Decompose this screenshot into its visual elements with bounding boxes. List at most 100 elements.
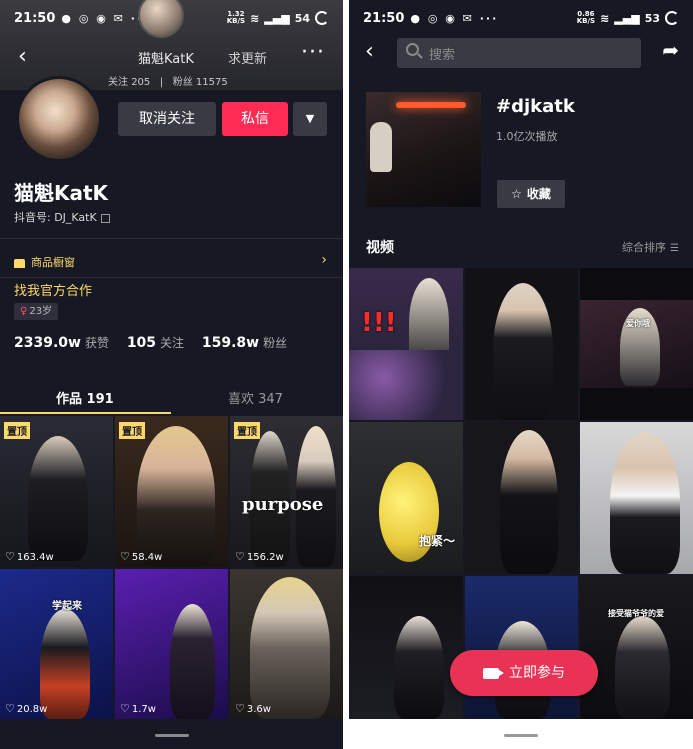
- cooperation-link[interactable]: 找我官方合作: [14, 280, 92, 299]
- video-tile[interactable]: ♡ 1.7w: [115, 569, 228, 719]
- video-tile[interactable]: purpose 置顶 ♡ 156.2w: [230, 416, 343, 567]
- signal-icon: ▂▄▆: [614, 11, 640, 25]
- battery-level: 53: [644, 11, 660, 25]
- tab-works[interactable]: 作品 191: [56, 388, 114, 407]
- status-right: 1.32 KB/S ≋ ▂▄▆ 54: [227, 11, 329, 25]
- status-bar: 21:50 ● ◎ ◉ ✉ ··· 0.86 KB/S ≋ ▂▄▆ 53: [349, 0, 693, 36]
- video-likes: ♡ 20.8w: [5, 702, 48, 715]
- camera-icon: [483, 667, 504, 679]
- sort-dropdown[interactable]: 综合排序 ☰: [622, 239, 679, 255]
- video-tile[interactable]: 置顶 ♡ 58.4w: [115, 416, 228, 567]
- stat-likes: 2339.0w 获赞: [14, 335, 109, 351]
- search-bar-row: ‹ 搜索 ➦: [349, 36, 693, 70]
- heart-icon: ♡: [120, 550, 130, 563]
- heart-icon: ♡: [235, 550, 245, 563]
- hashtag-title: #djkatk: [496, 96, 575, 117]
- heart-icon: ♡: [235, 702, 245, 715]
- recommend-dropdown-button[interactable]: ▼: [293, 102, 327, 136]
- section-title: 视频: [366, 240, 394, 256]
- exclaim-icon: !!!: [361, 308, 397, 338]
- heart-icon: ♡: [120, 702, 130, 715]
- profile-id: 抖音号: DJ_KatK: [14, 209, 110, 225]
- search-input[interactable]: 搜索: [397, 38, 641, 68]
- unfollow-button[interactable]: 取消关注: [118, 102, 216, 136]
- search-icon: [406, 43, 419, 56]
- profile-name: 猫魁KatK: [14, 181, 109, 205]
- video-tile[interactable]: [465, 268, 578, 420]
- wifi-icon: ≋: [600, 11, 610, 25]
- video-likes: ♡ 1.7w: [120, 702, 156, 715]
- status-time: 21:50: [14, 10, 56, 26]
- request-update-link[interactable]: 求更新: [228, 48, 267, 67]
- stat-following[interactable]: 105 关注: [127, 335, 184, 351]
- sort-icon: ☰: [670, 243, 679, 254]
- signal-icon: ▂▄▆: [264, 11, 290, 25]
- divider: [0, 277, 343, 278]
- top-nav: ‹ 猫魁KatK 求更新 ···: [0, 40, 343, 72]
- star-icon: ☆: [511, 187, 522, 201]
- pinned-badge: 置顶: [234, 422, 260, 439]
- wifi-icon: ≋: [250, 11, 260, 25]
- status-time: 21:50: [363, 10, 405, 26]
- chevron-right-icon[interactable]: ›: [321, 252, 327, 268]
- video-tile[interactable]: [349, 576, 463, 719]
- dj-figure: [370, 122, 392, 172]
- heart-icon: ♡: [5, 702, 15, 715]
- header-stats: 关注 205 | 粉丝 11575: [108, 77, 228, 88]
- video-tile[interactable]: 抱紧～: [349, 422, 463, 574]
- video-tile[interactable]: 置顶 ♡ 163.4w: [0, 416, 113, 567]
- profile-avatar[interactable]: [16, 76, 102, 162]
- video-tile[interactable]: 学起来 ♡ 20.8w: [0, 569, 113, 719]
- pinned-badge: 置顶: [4, 422, 30, 439]
- notification-icons: ● ◎ ◉ ✉ ···: [410, 11, 499, 25]
- person-icon: ♀: [20, 306, 28, 317]
- more-options-icon[interactable]: ···: [301, 40, 325, 65]
- message-button[interactable]: 私信: [222, 102, 288, 136]
- network-speed: 0.86 KB/S: [576, 10, 596, 25]
- active-tab-indicator: [0, 412, 171, 414]
- divider: [0, 238, 343, 239]
- gesture-bar: [154, 734, 189, 737]
- gesture-bar: [504, 734, 538, 737]
- stat-fans[interactable]: 159.8w 粉丝: [202, 335, 287, 351]
- video-tile[interactable]: 接受猫爷爷的爱: [580, 576, 693, 719]
- copy-icon[interactable]: [100, 213, 110, 223]
- join-button[interactable]: 立即参与: [450, 650, 598, 696]
- back-icon[interactable]: ‹: [365, 39, 374, 64]
- hashtag-screen: 21:50 ● ◎ ◉ ✉ ··· 0.86 KB/S ≋ ▂▄▆ 53 ‹ 搜索…: [349, 0, 693, 749]
- video-caption: 接受猫爷爷的爱: [608, 609, 664, 618]
- video-likes: ♡ 58.4w: [120, 550, 163, 563]
- share-icon[interactable]: ➦: [662, 38, 679, 62]
- video-tile[interactable]: 爱你哦: [580, 268, 693, 420]
- profile-tabs: 作品 191 喜欢 347: [0, 380, 343, 414]
- heart-icon: ♡: [5, 550, 15, 563]
- video-tile[interactable]: !!!: [349, 268, 463, 420]
- video-likes: ♡ 163.4w: [5, 550, 54, 563]
- battery-level: 54: [294, 11, 310, 25]
- tab-likes[interactable]: 喜欢 347: [228, 388, 283, 407]
- video-tile[interactable]: [465, 576, 578, 719]
- video-caption: 爱你哦: [626, 319, 650, 328]
- profile-stats: 2339.0w 获赞 105 关注 159.8w 粉丝: [14, 334, 301, 351]
- back-icon[interactable]: ‹: [18, 44, 27, 69]
- pinned-badge: 置顶: [119, 422, 145, 439]
- video-likes: ♡ 3.6w: [235, 702, 271, 715]
- video-tile[interactable]: [465, 422, 578, 574]
- age-badge: ♀ 23岁: [14, 303, 59, 320]
- battery-icon: [665, 11, 679, 25]
- battery-icon: [315, 11, 329, 25]
- shop-window-link[interactable]: 商品橱窗: [14, 254, 75, 270]
- video-likes: ♡ 156.2w: [235, 550, 284, 563]
- network-speed: 1.32 KB/S: [226, 10, 246, 25]
- navigation-bar: [349, 719, 693, 749]
- favorite-button[interactable]: ☆ 收藏: [497, 180, 565, 208]
- header-title: 猫魁KatK: [138, 52, 194, 67]
- video-tile[interactable]: ♡ 3.6w: [230, 569, 343, 719]
- notification-icons: ● ◎ ◉ ✉ ···: [61, 11, 150, 25]
- play-count: 1.0亿次播放: [496, 130, 558, 143]
- hashtag-cover: [366, 92, 481, 207]
- search-placeholder: 搜索: [429, 48, 456, 63]
- video-caption: 学起来: [52, 601, 82, 612]
- video-tile[interactable]: [580, 422, 693, 574]
- shop-icon: [14, 258, 25, 268]
